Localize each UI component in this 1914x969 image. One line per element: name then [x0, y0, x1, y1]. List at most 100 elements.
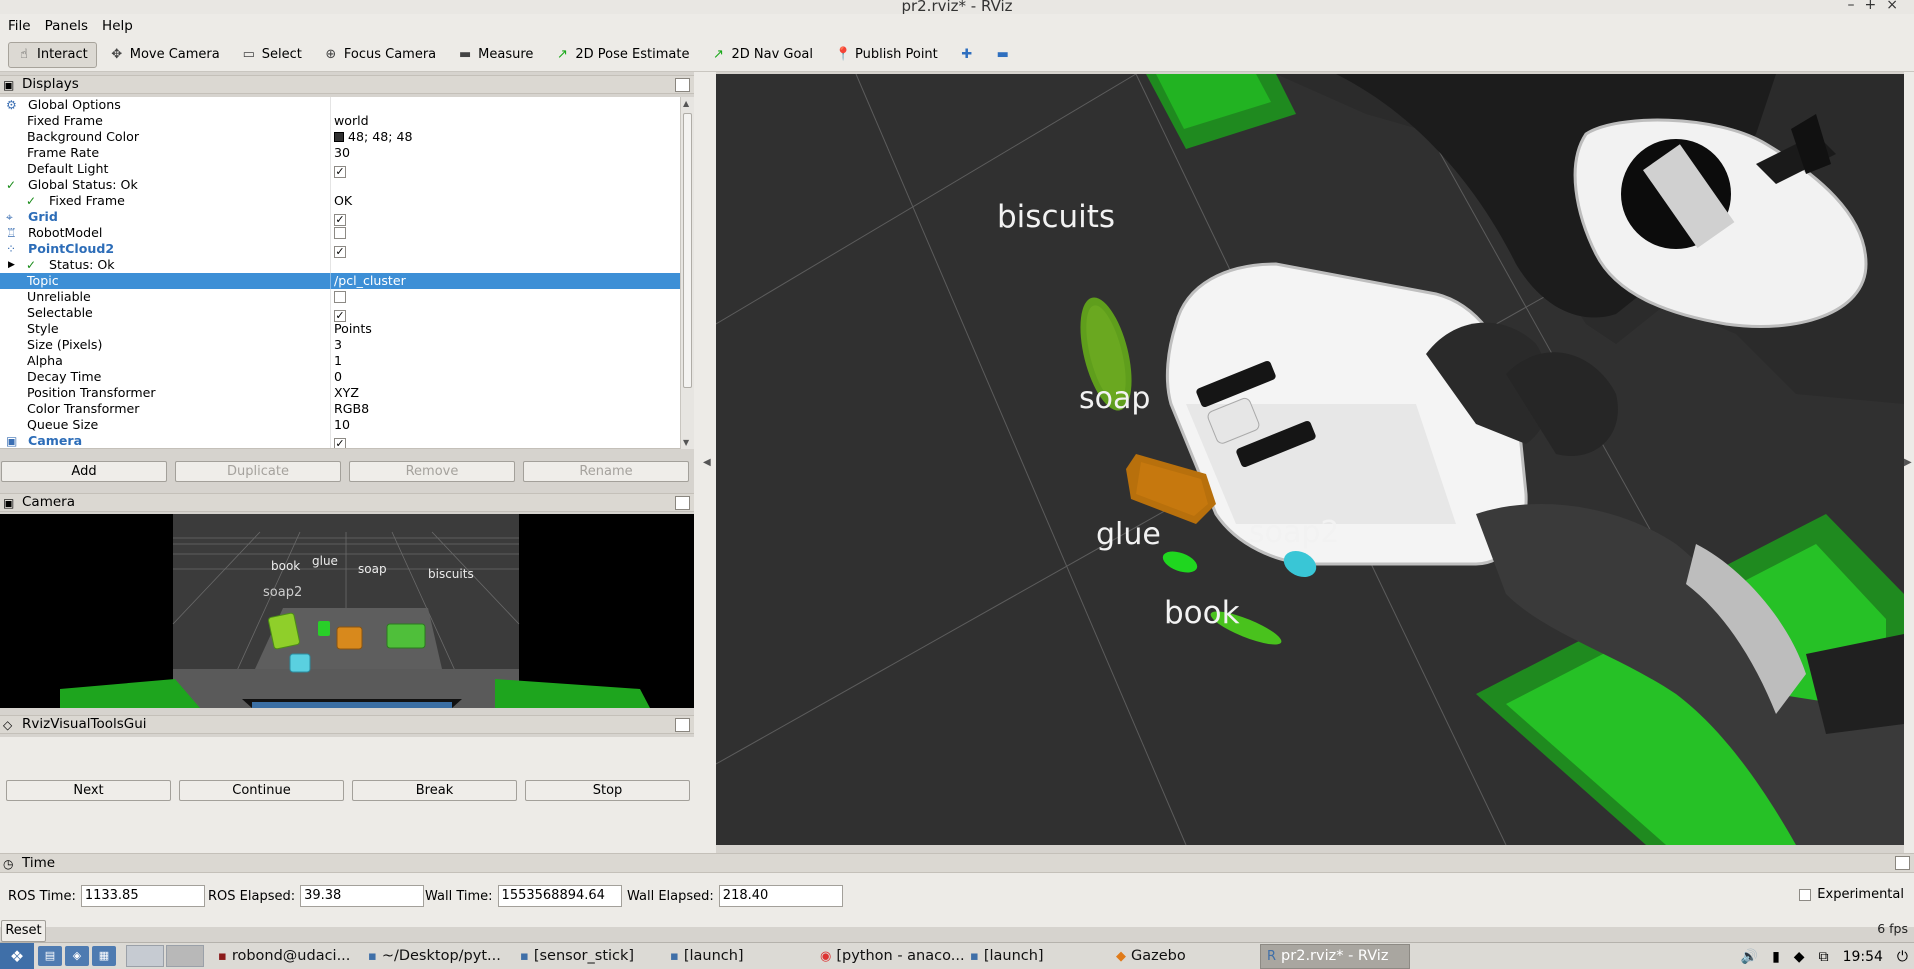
display-row-alpha[interactable]: Alpha 1 [0, 353, 680, 369]
display-row-pointcloud2[interactable]: ⁘ PointCloud2 ✓ [0, 241, 680, 258]
display-row-unreliable[interactable]: Unreliable [0, 289, 680, 305]
browser-launcher-icon[interactable]: ◈ [65, 946, 89, 966]
maximize-icon[interactable]: + [1865, 0, 1887, 13]
display-row-size-pixels-[interactable]: Size (Pixels) 3 [0, 337, 680, 353]
display-row-global-options[interactable]: ⚙ Global Options [0, 97, 680, 113]
scene-canvas[interactable] [716, 74, 1904, 845]
display-checkbox[interactable]: ✓ [334, 438, 346, 448]
wall-time-value[interactable]: 1553568894.64 [497, 885, 622, 907]
scroll-thumb[interactable] [683, 113, 692, 388]
stop-button[interactable]: Stop [525, 780, 690, 801]
display-row-queue-size[interactable]: Queue Size 10 [0, 417, 680, 433]
display-row-background-color[interactable]: Background Color 48; 48; 48 [0, 129, 680, 145]
files-launcher-icon[interactable]: ▤ [38, 946, 62, 966]
wall-elapsed-value[interactable]: 218.40 [718, 885, 843, 907]
2d-pose-estimate-tool[interactable]: ↗ 2D Pose Estimate [546, 42, 698, 68]
collapse-right-icon[interactable]: ▶ [1904, 457, 1912, 468]
continue-button[interactable]: Continue [179, 780, 344, 801]
color-swatch[interactable] [334, 132, 344, 142]
display-row-style[interactable]: Style Points [0, 321, 680, 337]
taskbar-item[interactable]: ◉ [python - anaco... [814, 944, 964, 969]
terminal-launcher-icon[interactable]: ▦ [92, 946, 116, 966]
property-value[interactable]: ✓ [334, 209, 346, 226]
minimize-icon[interactable]: – [1848, 0, 1865, 13]
property-value[interactable]: ✓ [334, 241, 346, 258]
window-controls[interactable]: –+× [1848, 0, 1908, 13]
menu-panels[interactable]: Panels [45, 18, 88, 34]
panel-float-checkbox[interactable] [1895, 856, 1910, 870]
interact-tool[interactable]: ☝ Interact [8, 41, 97, 68]
panel-float-checkbox[interactable] [675, 718, 690, 732]
volume-icon[interactable]: 🔊 [1741, 949, 1758, 965]
select-tool[interactable]: ▭ Select [233, 42, 311, 68]
display-row-fixed-frame[interactable]: Fixed Frame world [0, 113, 680, 129]
experimental-toggle[interactable]: Experimental [1799, 887, 1904, 902]
ros-elapsed-value[interactable]: 39.38 [300, 885, 425, 907]
menu-file[interactable]: File [8, 18, 31, 34]
display-row-global-status-ok[interactable]: ✓ Global Status: Ok [0, 177, 680, 193]
desktop-1[interactable] [126, 945, 164, 967]
property-value[interactable]: ✓ [334, 305, 346, 322]
close-icon[interactable]: × [1886, 0, 1908, 13]
2d-nav-goal-tool[interactable]: ↗ 2D Nav Goal [702, 42, 822, 68]
display-row-frame-rate[interactable]: Frame Rate 30 [0, 145, 680, 161]
expand-arrow-icon[interactable]: ▶ [8, 257, 15, 273]
property-value[interactable]: ✓ [334, 433, 346, 448]
alert-icon[interactable]: ◆ [1794, 949, 1805, 965]
break-button[interactable]: Break [352, 780, 517, 801]
property-value[interactable] [334, 225, 346, 241]
display-row-fixed-frame[interactable]: ✓ Fixed Frame OK [0, 193, 680, 209]
display-row-robotmodel[interactable]: ♖ RobotModel [0, 225, 680, 241]
panel-float-checkbox[interactable] [675, 78, 690, 92]
display-row-default-light[interactable]: Default Light ✓ [0, 161, 680, 178]
remove-display-button[interactable]: Remove [349, 461, 515, 482]
add-display-button[interactable]: Add [1, 461, 167, 482]
display-row-grid[interactable]: ⌖ Grid ✓ [0, 209, 680, 226]
window-switch-icon[interactable]: ⧉ [1819, 949, 1829, 965]
taskbar-item[interactable]: ▪ [launch] [664, 944, 814, 969]
rename-display-button[interactable]: Rename [523, 461, 689, 482]
panel-splitter[interactable]: ◀ [694, 72, 716, 857]
add-tool-tool[interactable]: ✚ [951, 42, 983, 68]
measure-tool[interactable]: ▬ Measure [449, 42, 542, 68]
next-button[interactable]: Next [6, 780, 171, 801]
publish-point-tool[interactable]: 📍 Publish Point [826, 42, 947, 68]
scroll-up-icon[interactable]: ▲ [683, 99, 689, 108]
menu-help[interactable]: Help [102, 18, 133, 34]
taskbar-item[interactable]: ◆ Gazebo [1110, 944, 1260, 969]
battery-icon[interactable]: ▮ [1772, 949, 1780, 965]
ros-time-value[interactable]: 1133.85 [80, 885, 205, 907]
render-3d-view[interactable]: biscuits soap glue soap2 book [716, 74, 1904, 845]
experimental-checkbox[interactable] [1799, 888, 1812, 901]
taskbar-item[interactable]: ▪ [sensor_stick] [514, 944, 664, 969]
display-row-camera[interactable]: ▣ Camera ✓ [0, 433, 680, 448]
start-menu-icon[interactable]: ❖ [0, 942, 34, 969]
display-checkbox[interactable] [334, 291, 346, 303]
right-dock-strip[interactable]: ▶ [1904, 72, 1914, 857]
power-icon[interactable]: ⏻ [1897, 949, 1908, 965]
label-glue: glue [1096, 517, 1161, 552]
reset-button[interactable]: Reset [1, 920, 46, 942]
taskbar-item[interactable]: ▪ robond@udaci... [212, 944, 362, 969]
display-row-position-transformer[interactable]: Position Transformer XYZ [0, 385, 680, 401]
remove-tool-tool[interactable]: ▬ [987, 42, 1019, 68]
taskbar-item[interactable]: ▪ ~/Desktop/pyt... [362, 944, 514, 969]
duplicate-display-button[interactable]: Duplicate [175, 461, 341, 482]
move-camera-tool[interactable]: ✥ Move Camera [101, 42, 229, 68]
display-row-decay-time[interactable]: Decay Time 0 [0, 369, 680, 385]
collapse-left-icon[interactable]: ◀ [703, 457, 711, 468]
desktop-2[interactable] [166, 945, 204, 967]
display-row-selectable[interactable]: Selectable ✓ [0, 305, 680, 322]
property-value[interactable] [334, 289, 346, 305]
taskbar-item[interactable]: Rpr2.rviz* - RViz [1260, 943, 1410, 969]
display-row-topic[interactable]: Topic/pcl_cluster [0, 273, 680, 289]
scroll-down-icon[interactable]: ▼ [683, 438, 689, 447]
display-row-status-ok[interactable]: ▶ ✓ Status: Ok [0, 257, 680, 273]
taskbar-item[interactable]: ▪ [launch] [964, 944, 1110, 969]
display-checkbox[interactable] [334, 227, 346, 239]
panel-float-checkbox[interactable] [675, 496, 690, 510]
focus-camera-tool[interactable]: ⊕ Focus Camera [315, 42, 445, 68]
displays-scrollbar[interactable]: ▲ ▼ [680, 97, 694, 449]
property-value[interactable]: ✓ [334, 161, 346, 178]
display-row-color-transformer[interactable]: Color Transformer RGB8 [0, 401, 680, 417]
